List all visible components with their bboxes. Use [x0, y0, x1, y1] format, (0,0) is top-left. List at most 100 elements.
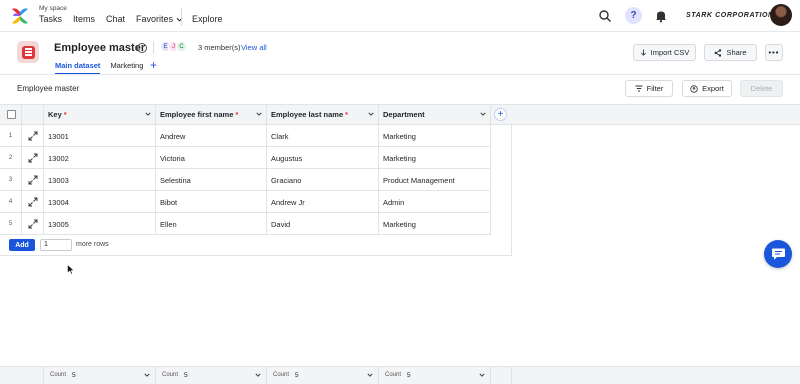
cell-key[interactable]: 13002 — [44, 147, 156, 169]
export-label: Export — [702, 84, 724, 93]
cell-first-name[interactable]: Victoria — [156, 147, 267, 169]
chevron-down-icon — [144, 373, 150, 377]
brand-logo-text: STARK CORPORATION — [686, 12, 774, 19]
cell-department[interactable]: Product Management — [379, 169, 491, 191]
delete-button[interactable]: Delete — [740, 80, 783, 97]
download-icon — [640, 49, 646, 56]
cell-first-name[interactable]: Selestina — [156, 169, 267, 191]
cell-key[interactable]: 13004 — [44, 191, 156, 213]
cell-department[interactable]: Marketing — [379, 147, 491, 169]
import-csv-label: Import CSV — [650, 48, 690, 57]
share-label: Share — [726, 48, 747, 57]
member-avatars[interactable]: E J C — [160, 41, 187, 52]
row-number: 3 — [0, 169, 22, 191]
chevron-down-icon[interactable] — [480, 111, 486, 117]
chat-support-button[interactable] — [764, 240, 792, 268]
nav-explore[interactable]: Explore — [192, 14, 223, 24]
chevron-down-icon[interactable] — [256, 111, 262, 117]
header-divider-line — [0, 74, 800, 75]
export-button[interactable]: Export — [682, 80, 732, 97]
required-marker: * — [63, 110, 67, 119]
row-number: 5 — [0, 213, 22, 235]
nav-favorites-label: Favorites — [136, 14, 174, 24]
more-options-button[interactable]: ••• — [765, 44, 783, 61]
column-label: Department — [383, 110, 425, 119]
tab-marketing[interactable]: Marketing — [110, 61, 143, 75]
cell-key[interactable]: 13003 — [44, 169, 156, 191]
filter-icon — [635, 85, 643, 92]
app-logo-icon[interactable] — [10, 6, 30, 26]
add-tab-button[interactable]: + — [150, 58, 157, 72]
cell-department[interactable]: Marketing — [379, 125, 491, 147]
expand-icon[interactable] — [22, 169, 44, 191]
chevron-down-icon[interactable] — [145, 111, 151, 117]
add-column-button[interactable]: + — [494, 108, 507, 121]
expand-icon[interactable] — [22, 125, 44, 147]
cell-last-name[interactable]: Andrew Jr — [267, 191, 379, 213]
cell-last-name[interactable]: Clark — [267, 125, 379, 147]
select-all-checkbox[interactable] — [7, 110, 16, 119]
nav-items[interactable]: Items — [73, 14, 95, 24]
cell-department[interactable]: Marketing — [379, 213, 491, 235]
count-value: 5 — [184, 371, 188, 379]
cell-first-name[interactable]: Bibot — [156, 191, 267, 213]
cell-first-name[interactable]: Ellen — [156, 213, 267, 235]
add-rows-button[interactable]: Add — [9, 239, 35, 251]
expand-icon[interactable] — [22, 191, 44, 213]
count-label: Count — [273, 372, 290, 378]
main-nav: Tasks Items Chat Favorites — [39, 14, 183, 24]
bell-icon[interactable] — [654, 9, 668, 23]
import-csv-button[interactable]: Import CSV — [633, 44, 696, 61]
chevron-down-icon — [255, 373, 261, 377]
column-header-last-name[interactable]: Employee last name * — [267, 104, 379, 125]
column-label: Employee first name — [160, 110, 234, 119]
chat-icon — [771, 248, 785, 260]
export-icon — [690, 84, 698, 93]
footer-count-first-name[interactable]: Count 5 — [156, 366, 267, 384]
count-value: 5 — [407, 371, 411, 379]
column-header-first-name[interactable]: Employee first name * — [156, 104, 267, 125]
column-header-key[interactable]: Key * — [44, 104, 156, 125]
row-count-input[interactable]: 1 — [40, 239, 72, 251]
nav-divider — [181, 8, 182, 26]
required-marker: * — [235, 110, 239, 119]
help-icon[interactable]: ? — [625, 7, 642, 24]
chevron-down-icon[interactable] — [368, 111, 374, 117]
count-value: 5 — [295, 371, 299, 379]
table-row: 5 13005 Ellen David Marketing — [0, 213, 491, 235]
cell-key[interactable]: 13005 — [44, 213, 156, 235]
cell-last-name[interactable]: Augustus — [267, 147, 379, 169]
cell-last-name[interactable]: David — [267, 213, 379, 235]
nav-chat[interactable]: Chat — [106, 14, 125, 24]
footer-count-department[interactable]: Count 5 — [379, 366, 491, 384]
dataset-icon — [17, 41, 39, 63]
footer-count-key[interactable]: Count 5 — [44, 366, 156, 384]
table-row: 2 13002 Victoria Augustus Marketing — [0, 147, 491, 169]
chevron-down-icon — [479, 373, 485, 377]
cell-key[interactable]: 13001 — [44, 125, 156, 147]
count-value: 5 — [72, 371, 76, 379]
header-divider — [153, 41, 154, 54]
footer-count-last-name[interactable]: Count 5 — [267, 366, 379, 384]
members-count: 3 member(s) — [198, 43, 241, 52]
expand-icon[interactable] — [22, 147, 44, 169]
expand-icon[interactable] — [22, 213, 44, 235]
dataset-tabs: Main dataset Marketing — [55, 61, 143, 75]
info-icon[interactable]: i — [137, 43, 147, 53]
tab-main-dataset[interactable]: Main dataset — [55, 61, 101, 75]
view-all-link[interactable]: View all — [241, 43, 267, 52]
column-label: Key — [48, 110, 62, 119]
more-rows-label: more rows — [76, 241, 109, 248]
required-marker: * — [345, 110, 349, 119]
cell-department[interactable]: Admin — [379, 191, 491, 213]
cell-last-name[interactable]: Graciano — [267, 169, 379, 191]
search-icon[interactable] — [598, 9, 612, 23]
cell-first-name[interactable]: Andrew — [156, 125, 267, 147]
filter-button[interactable]: Filter — [625, 80, 673, 97]
column-header-department[interactable]: Department — [379, 104, 491, 125]
avatar[interactable] — [770, 4, 792, 26]
share-button[interactable]: Share — [704, 44, 757, 61]
nav-favorites[interactable]: Favorites — [136, 14, 183, 24]
nav-tasks[interactable]: Tasks — [39, 14, 62, 24]
table-row: 4 13004 Bibot Andrew Jr Admin — [0, 191, 491, 213]
